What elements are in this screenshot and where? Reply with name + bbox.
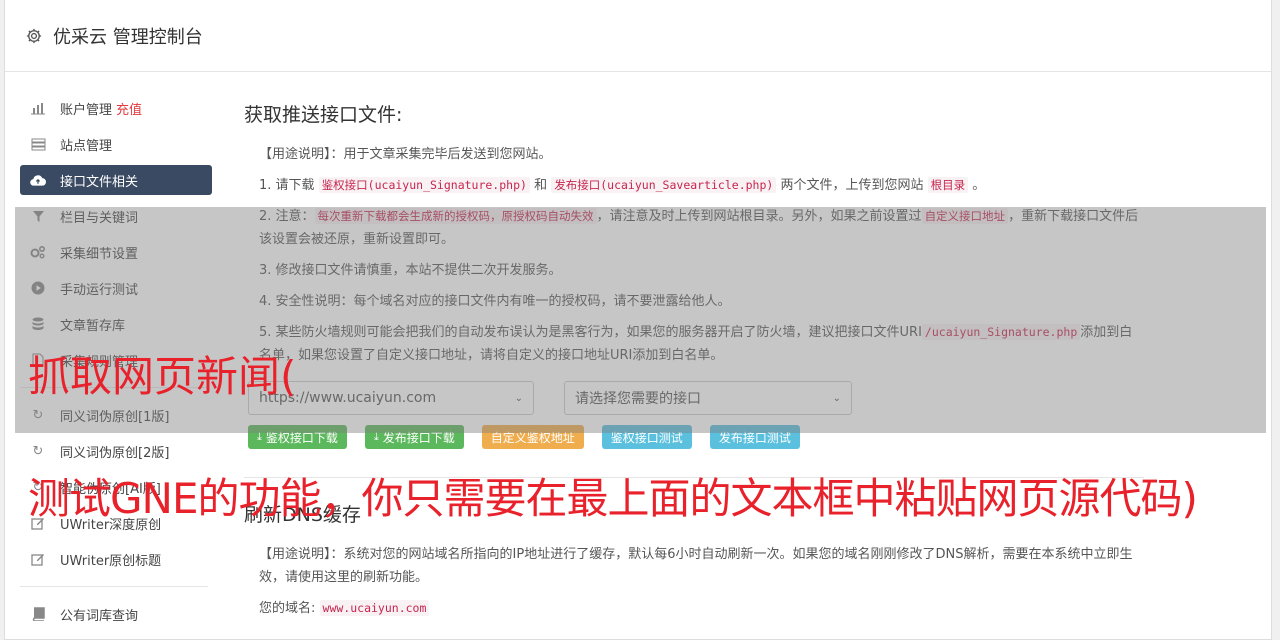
button-label: 发布接口下载 [382,430,455,445]
sidebar-item-article-storage[interactable]: 文章暂存库 [20,309,212,339]
button-label: 鉴权接口下载 [265,430,338,445]
sidebar-item-account[interactable]: 账户管理 充值 [20,93,212,123]
code-signature-uri: /ucaiyun_Signature.php [921,324,1081,340]
custom-signature-button[interactable]: 自定义鉴权地址 [481,425,584,449]
usage-note: 【用途说明】：用于文章采集完毕后发送到您网站。 [244,143,1144,166]
button-label: 发布接口测试 [718,430,791,445]
usage-text: ：系统对您的网站域名所指向的IP地址进行了缓存，默认每6小时自动刷新一次。如果您… [259,547,1133,585]
text: ，请注意及时上传到网站根目录。另外，如果之前设置过 [596,209,922,224]
usage-label: 【用途说明】 [259,147,331,162]
sidebar-item-label: 文章暂存库 [60,318,126,334]
page-header: 优采云 管理控制台 [5,0,1271,72]
select-row: https://www.ucaiyun.com ⌄ 请选择您需要的接口 ⌄ [244,381,1144,415]
sidebar-item-sites[interactable]: 站点管理 [20,129,212,159]
sidebar-item-label: 手动运行测试 [60,282,139,298]
gear-icon [26,28,42,43]
chevron-down-icon: ⌄ [514,392,523,404]
server-icon [30,137,46,151]
overlay-caption-2: 测试GNE的功能，你只需要在最上面的文本框中粘贴网页源代码) [28,474,1198,523]
bar-chart-icon [30,101,46,115]
sidebar-item-label: 栏目与关键词 [60,210,139,226]
sidebar-item-manual-run[interactable]: 手动运行测试 [20,273,212,303]
main-content: 获取推送接口文件: 【用途说明】：用于文章采集完毕后发送到您网站。 1. 请下载… [244,100,1144,628]
text: 。 [972,178,986,193]
domain-value: www.ucaiyun.com [319,600,430,616]
api-select-value: 请选择您需要的接口 [575,391,701,407]
instruction-5: 5. 某些防火墙规则可能会把我们的自动发布误认为是黑客行为，如果您的服务器开启了… [244,321,1144,367]
sidebar-divider [20,586,208,587]
instruction-4: 4. 安全性说明：每个域名对应的接口文件内有唯一的授权码，请不要泄露给他人。 [259,294,731,309]
usage-label: 【用途说明】 [259,547,331,562]
text: 两个文件，上传到您网站 [780,178,924,193]
sidebar-item-label: 公有词库查询 [60,608,139,624]
code-signature-api: 鉴权接口(ucaiyun_Signature.php) [318,177,530,193]
download-signature-button[interactable]: ⤓ 鉴权接口下载 [248,425,347,449]
overlay-caption-1: 抓取网页新闻( [28,352,297,401]
download-icon: ⤓ [373,430,379,443]
sidebar-item-synonym-v1[interactable]: ↻ 同义词伪原创[1版] [20,400,212,430]
cloud-upload-icon [30,173,46,187]
instruction-1: 1. 请下载 鉴权接口(ucaiyun_Signature.php) 和 发布接… [244,174,1144,197]
refresh-icon: ↻ [32,443,44,459]
download-publish-button[interactable]: ⤓ 发布接口下载 [364,425,464,449]
test-signature-button[interactable]: 鉴权接口测试 [601,425,692,449]
instruction-3: 3. 修改接口文件请慎重，本站不提供二次开发服务。 [259,263,562,278]
code-root-dir: 根目录 [927,177,969,193]
cogs-icon [30,245,46,259]
sidebar-item-uwriter-title[interactable]: UWriter原创标题 [20,544,212,574]
sidebar-item-label: 账户管理 [60,102,113,118]
sidebar-item-columns-keywords[interactable]: 栏目与关键词 [20,201,212,231]
domain-label: 您的域名: [259,601,316,616]
section-title-get-api: 获取推送接口文件: [244,104,403,126]
sidebar-item-label: 同义词伪原创[1版] [60,409,170,425]
code-publish-api: 发布接口(ucaiyun_Savearticle.php) [551,177,777,193]
recharge-link[interactable]: 充值 [116,99,142,118]
sidebar-item-label: UWriter原创标题 [60,553,162,569]
sidebar-item-label: 接口文件相关 [60,174,139,190]
play-icon [30,281,46,295]
filter-icon [30,209,46,223]
chevron-down-icon: ⌄ [832,392,841,404]
book-icon [30,607,46,621]
instruction-2: 2. 注意： 每次重新下载都会生成新的授权码，原授权码自动失效 ，请注意及时上传到网… [244,205,1144,251]
page-title: 优采云 管理控制台 [53,26,203,48]
edit-icon [30,552,46,566]
text: 和 [534,178,548,193]
sidebar-item-label: 站点管理 [60,138,113,154]
database-icon [30,317,46,331]
domain-row: 您的域名: www.ucaiyun.com [244,597,1144,620]
sidebar-item-public-lexicon[interactable]: 公有词库查询 [20,599,212,629]
sidebar-item-api-files[interactable]: 接口文件相关 [20,165,212,195]
text: 2. 注意： [259,209,315,224]
refresh-icon: ↻ [32,407,44,423]
code-custom-api: 自定义接口地址 [921,208,1009,224]
dns-usage-note: 【用途说明】：系统对您的网站域名所指向的IP地址进行了缓存，默认每6小时自动刷新… [244,543,1144,589]
usage-text: ：用于文章采集完毕后发送到您网站。 [330,147,552,162]
sidebar-item-label: 同义词伪原创[2版] [60,445,170,461]
api-select[interactable]: 请选择您需要的接口 ⌄ [564,381,852,415]
button-label: 自定义鉴权地址 [490,430,575,445]
button-label: 鉴权接口测试 [610,430,683,445]
sidebar-item-synonym-v2[interactable]: ↻ 同义词伪原创[2版] [20,436,212,466]
sidebar-item-collect-settings[interactable]: 采集细节设置 [20,237,212,267]
text: 1. 请下载 [259,178,315,193]
test-publish-button[interactable]: 发布接口测试 [709,425,800,449]
sidebar-item-label: 采集细节设置 [60,246,139,262]
text: 5. 某些防火墙规则可能会把我们的自动发布误认为是黑客行为，如果您的服务器开启了… [259,325,922,340]
code-auth-warning: 每次重新下载都会生成新的授权码，原授权码自动失效 [314,208,597,224]
download-icon: ⤓ [257,430,262,443]
button-row: ⤓ 鉴权接口下载 ⤓ 发布接口下载 自定义鉴权地址 鉴权接口测试 发布接口测试 [244,425,1144,449]
